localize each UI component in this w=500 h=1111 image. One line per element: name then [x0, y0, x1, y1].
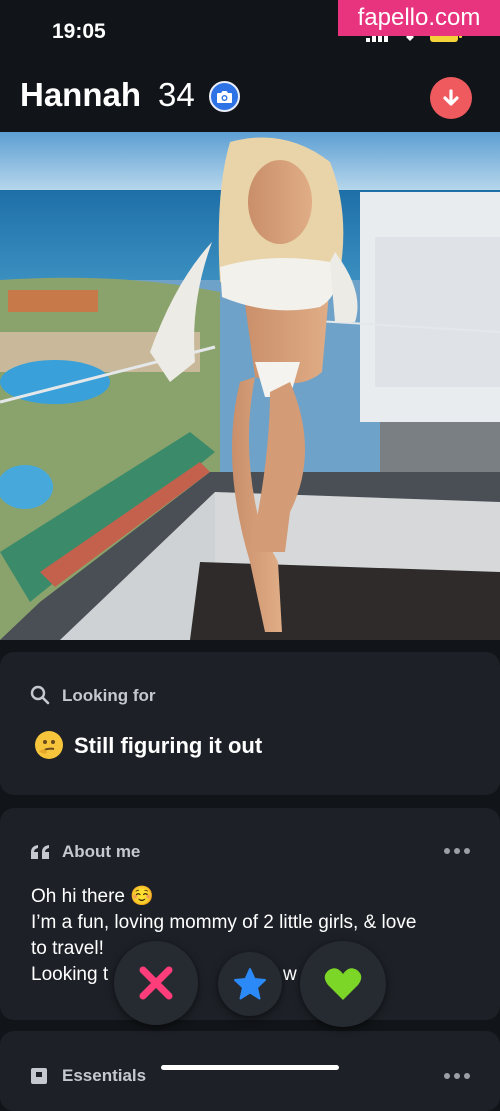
essentials-label: Essentials: [62, 1066, 147, 1085]
about-line: I’m a fun, loving mommy of 2 little girl…: [31, 912, 417, 933]
about-more-button[interactable]: [444, 846, 470, 856]
arrow-down-icon: [443, 89, 459, 106]
profile-photo[interactable]: [0, 132, 500, 640]
quote-icon: [31, 845, 49, 859]
nope-button[interactable]: [114, 941, 198, 1025]
looking-for-value: Still figuring it out: [74, 733, 263, 758]
like-button[interactable]: [300, 941, 386, 1027]
camera-verified-icon[interactable]: [209, 81, 240, 112]
looking-for-card: Looking for Still figuring it out: [0, 652, 500, 795]
home-indicator[interactable]: [161, 1065, 339, 1070]
star-icon: [234, 968, 266, 1000]
x-icon: [139, 966, 173, 1000]
about-line: Oh hi there ☺️: [31, 886, 154, 907]
heart-icon: [324, 968, 362, 1000]
looking-for-label: Looking for: [62, 686, 156, 705]
about-me-label: About me: [62, 842, 141, 861]
profile-age: 34: [158, 76, 195, 113]
close-profile-button[interactable]: [430, 77, 472, 119]
ruler-icon: [31, 1068, 47, 1084]
watermark: fapello.com: [338, 0, 500, 36]
action-bar: [0, 940, 500, 1030]
profile-header: Hannah 34: [0, 60, 500, 132]
superlike-button[interactable]: [218, 952, 282, 1016]
thinking-face-icon: [35, 731, 63, 759]
status-time: 19:05: [52, 20, 106, 43]
search-icon: [30, 685, 50, 705]
essentials-card: Essentials: [0, 1031, 500, 1111]
profile-name: Hannah: [20, 76, 142, 113]
